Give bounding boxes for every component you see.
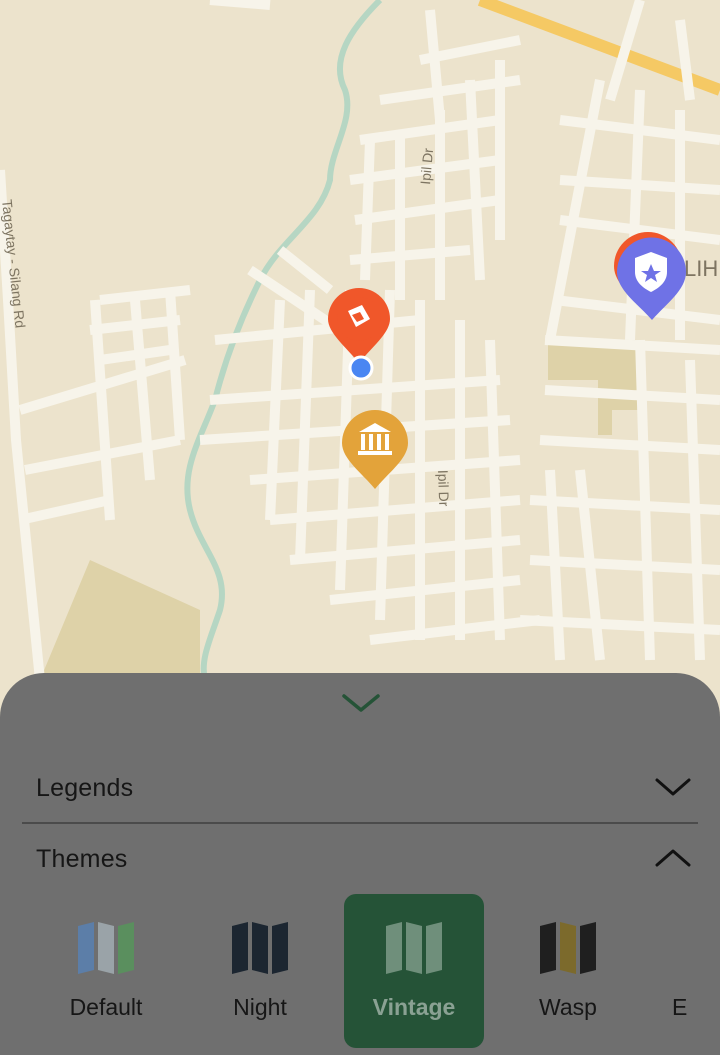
- chevron-down-icon[interactable]: [340, 690, 382, 716]
- theme-option-partial[interactable]: E: [644, 894, 720, 1048]
- legends-section-header[interactable]: Legends: [22, 760, 698, 820]
- chevron-up-icon: [655, 849, 691, 867]
- theme-option-default[interactable]: Default: [36, 894, 176, 1048]
- orange-category-marker-icon[interactable]: [326, 287, 392, 365]
- poi-label: LIH: [684, 256, 718, 281]
- chevron-down-icon: [655, 778, 691, 796]
- themes-section-header[interactable]: Themes: [22, 831, 698, 891]
- theme-option-vintage[interactable]: Vintage: [344, 894, 484, 1048]
- legends-label: Legends: [36, 774, 134, 802]
- theme-option-night[interactable]: Night: [190, 894, 330, 1048]
- theme-label: Default: [69, 994, 143, 1020]
- street-label: Ipil Dr: [417, 147, 436, 185]
- street-label: Ipil Dr: [435, 470, 452, 507]
- themes-label: Themes: [36, 845, 128, 873]
- theme-label: Night: [233, 994, 287, 1020]
- theme-label: Vintage: [372, 994, 456, 1020]
- current-location-dot: [348, 355, 374, 381]
- museum-marker-icon[interactable]: [340, 409, 410, 491]
- map-vintage-icon: [386, 922, 442, 974]
- theme-label: E: [672, 994, 688, 1020]
- police-shield-marker-icon[interactable]: [612, 230, 688, 322]
- map-wasp-icon: [540, 922, 596, 974]
- map-night-icon: [232, 922, 288, 974]
- map-default-icon: [78, 922, 134, 974]
- theme-option-wasp[interactable]: Wasp: [498, 894, 638, 1048]
- divider: [22, 822, 698, 824]
- theme-label: Wasp: [539, 994, 597, 1020]
